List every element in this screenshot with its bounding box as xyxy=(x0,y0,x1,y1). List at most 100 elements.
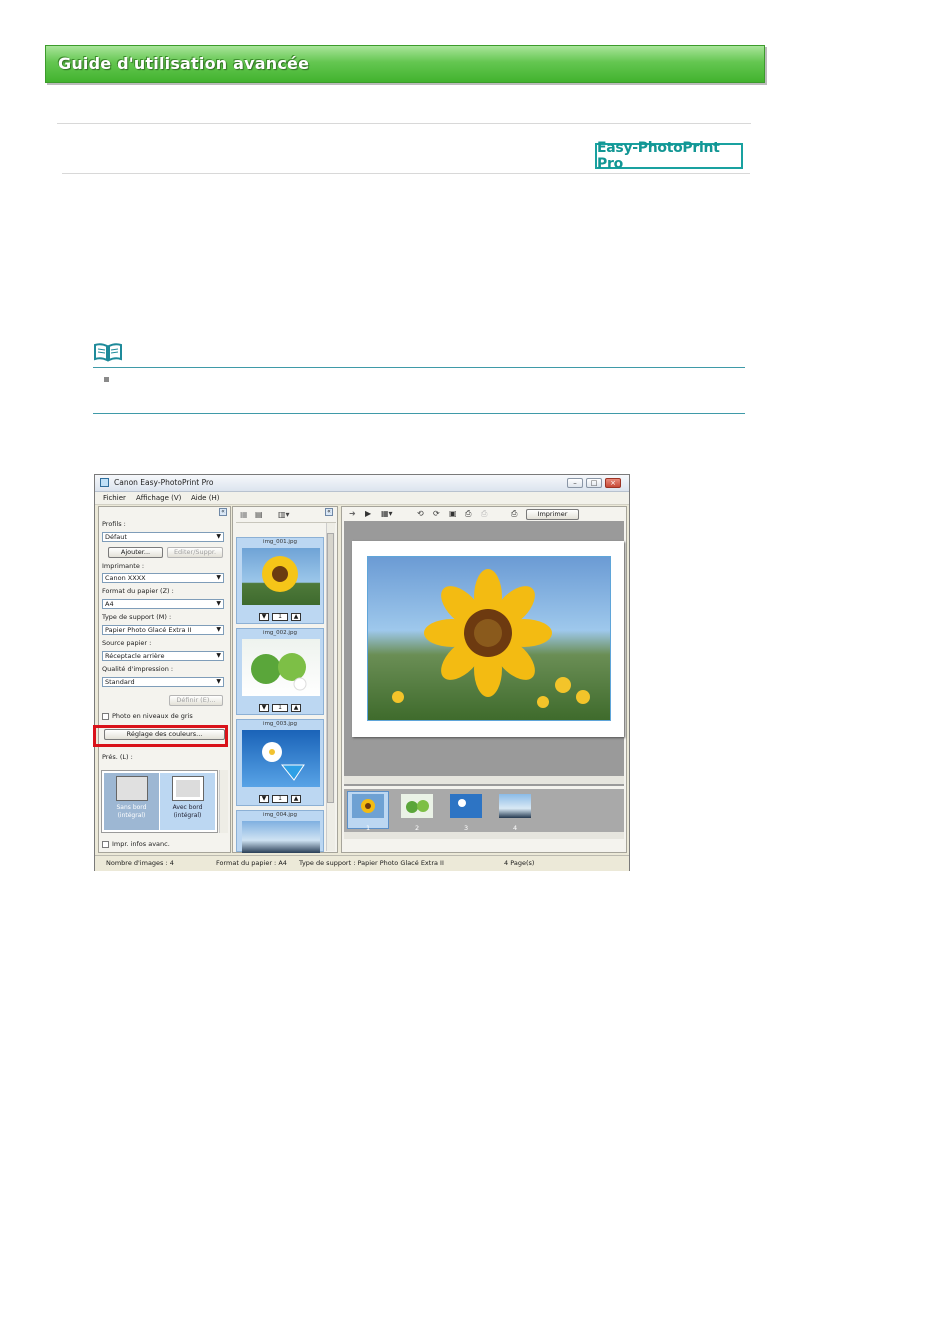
copies-control: ▼ 1 ▲ xyxy=(259,613,303,622)
decrease-copies-button[interactable]: ▼ xyxy=(259,613,269,621)
copies-control: ▼ 1 ▲ xyxy=(259,795,303,804)
forward-icon[interactable]: ▶ xyxy=(365,509,371,518)
layout-option-label: Avec bord (intégral) xyxy=(172,804,203,819)
status-media-type: Type de support : Papier Photo Glacé Ext… xyxy=(299,859,444,867)
advanced-info-label: Impr. infos avanc. xyxy=(112,840,170,848)
collapse-panel-icon[interactable]: « xyxy=(219,508,227,516)
preview-panel: ➜ ▶ ▦▾ ⟲ ⟳ ▣ ⎙ ⎙ ⎙ Imprimer 1 2 3 4 xyxy=(341,506,627,853)
menu-help[interactable]: Aide (H) xyxy=(191,494,219,502)
logo-divider xyxy=(62,173,750,174)
layout-list: Sans bord (intégral) Avec bord (intégral… xyxy=(101,770,218,833)
layout-thumbnail-inner xyxy=(176,780,200,797)
menu-bar: Fichier Affichage (V) Aide (H) xyxy=(95,492,629,505)
maximize-button[interactable]: □ xyxy=(586,478,602,488)
app-window: Canon Easy-PhotoPrint Pro – □ × Fichier … xyxy=(94,474,630,871)
back-icon[interactable]: ➜ xyxy=(349,509,356,518)
thumbnail-panel: ▦ ▤ ▥▾ « img_001.jpg ▼ 1 ▲ img_002.jpg ▼ xyxy=(232,506,338,853)
thumbnail-filename: img_004.jpg xyxy=(263,812,297,818)
decrease-copies-button[interactable]: ▼ xyxy=(259,704,269,712)
paper-size-select[interactable]: A4 ▼ xyxy=(102,599,224,609)
palms-photo xyxy=(242,821,320,853)
layout-option-bordered[interactable]: Avec bord (intégral) xyxy=(160,773,215,830)
layout-menu-icon[interactable]: ▦▾ xyxy=(381,509,393,518)
copies-count[interactable]: 1 xyxy=(272,795,288,803)
page-number: 3 xyxy=(464,824,469,832)
decrease-copies-button[interactable]: ▼ xyxy=(259,795,269,803)
thumbnail-card[interactable]: img_001.jpg ▼ 1 ▲ xyxy=(236,537,324,624)
paper-size-value: A4 xyxy=(105,600,114,608)
crop-icon[interactable]: ▣ xyxy=(449,509,457,518)
chevron-down-icon: ▼ xyxy=(216,574,221,581)
thumbnail-card[interactable]: img_004.jpg xyxy=(236,810,324,853)
increase-copies-button[interactable]: ▲ xyxy=(291,795,301,803)
printer-select[interactable]: Canon XXXX ▼ xyxy=(102,573,224,583)
minimize-button[interactable]: – xyxy=(567,478,583,488)
print-button[interactable]: Imprimer xyxy=(526,509,579,520)
define-button[interactable]: Définir (E)... xyxy=(169,695,223,706)
menu-view[interactable]: Affichage (V) xyxy=(136,494,181,502)
color-adjust-highlight xyxy=(93,725,228,747)
print-preview-icon[interactable]: ⎙ xyxy=(465,509,471,519)
copies-count[interactable]: 1 xyxy=(272,704,288,712)
thumbnail-filename: img_003.jpg xyxy=(263,721,297,727)
layout-option-borderless[interactable]: Sans bord (intégral) xyxy=(104,773,159,830)
thumbnail-scrollbar[interactable] xyxy=(326,523,335,851)
sunflower-preview-photo[interactable] xyxy=(367,556,611,721)
status-paper-size: Format du papier : A4 xyxy=(216,859,287,867)
collapse-panel-icon[interactable]: « xyxy=(325,508,333,516)
advanced-info-checkbox[interactable] xyxy=(102,841,109,848)
page-number: 4 xyxy=(513,824,518,832)
menu-file[interactable]: Fichier xyxy=(103,494,126,502)
select-all-icon[interactable]: ▦ xyxy=(240,510,248,519)
print-settings-icon[interactable]: ⎙ xyxy=(511,509,517,519)
grayscale-checkbox[interactable] xyxy=(102,713,109,720)
flower-glass-photo xyxy=(242,730,320,787)
status-image-count: Nombre d'images : 4 xyxy=(106,859,174,867)
printer-value: Canon XXXX xyxy=(105,574,146,582)
media-type-value: Papier Photo Glacé Extra II xyxy=(105,626,192,634)
profiles-select[interactable]: Défaut ▼ xyxy=(102,532,224,542)
settings-panel: « Profils : Défaut ▼ Ajouter... Editer/Su… xyxy=(98,506,231,853)
view-mode-icon[interactable]: ▥▾ xyxy=(278,510,290,519)
preview-hscrollbar[interactable] xyxy=(344,776,624,784)
title-bar: Canon Easy-PhotoPrint Pro – □ × xyxy=(95,475,629,492)
thumbnail-card[interactable]: img_002.jpg ▼ 1 ▲ xyxy=(236,628,324,715)
scroll-thumb[interactable] xyxy=(327,533,334,803)
bullet-icon xyxy=(104,377,109,382)
edit-profile-button[interactable]: Editer/Suppr. xyxy=(167,547,223,558)
printer-disabled-icon: ⎙ xyxy=(481,509,488,518)
media-type-select[interactable]: Papier Photo Glacé Extra II ▼ xyxy=(102,625,224,635)
increase-copies-button[interactable]: ▲ xyxy=(291,613,301,621)
layout-thumbnail xyxy=(116,776,148,801)
rotate-right-icon[interactable]: ⟳ xyxy=(433,509,440,518)
page-strip: 1 2 3 4 xyxy=(344,789,624,839)
page-thumb-sunflower[interactable] xyxy=(352,794,384,818)
increase-copies-button[interactable]: ▲ xyxy=(291,704,301,712)
page-thumb-apples[interactable] xyxy=(401,794,433,818)
copies-count[interactable]: 1 xyxy=(272,613,288,621)
product-logo: Easy-PhotoPrint Pro xyxy=(595,140,743,172)
close-button[interactable]: × xyxy=(605,478,621,488)
layout-scrollbar[interactable] xyxy=(219,770,228,833)
paper-size-label: Format du papier (Z) : xyxy=(102,587,174,595)
strip-scrollbar[interactable] xyxy=(344,832,624,839)
app-icon xyxy=(100,478,109,487)
chevron-down-icon: ▼ xyxy=(216,678,221,685)
page-thumb-flower-glass[interactable] xyxy=(450,794,482,818)
page-thumb-palms[interactable] xyxy=(499,794,531,818)
thumbnail-card[interactable]: img_003.jpg ▼ 1 ▲ xyxy=(236,719,324,806)
paper-source-select[interactable]: Réceptacle arrière ▼ xyxy=(102,651,224,661)
rotate-left-icon[interactable]: ⟲ xyxy=(417,509,424,518)
quality-select[interactable]: Standard ▼ xyxy=(102,677,224,687)
add-profile-button[interactable]: Ajouter... xyxy=(108,547,163,558)
thumbnail-toolbar: ▦ ▤ ▥▾ « xyxy=(236,508,336,523)
layout-option-label: Sans bord (intégral) xyxy=(116,804,147,819)
paper-source-label: Source papier : xyxy=(102,639,152,647)
note-top-rule xyxy=(93,367,745,368)
grayscale-label: Photo en niveaux de gris xyxy=(112,712,193,720)
top-divider xyxy=(57,123,751,124)
guide-title: Guide d'utilisation avancée xyxy=(58,54,310,73)
thumbnail-filename: img_002.jpg xyxy=(263,630,297,636)
thumbnail-filename: img_001.jpg xyxy=(263,539,297,545)
deselect-icon[interactable]: ▤ xyxy=(255,510,263,519)
